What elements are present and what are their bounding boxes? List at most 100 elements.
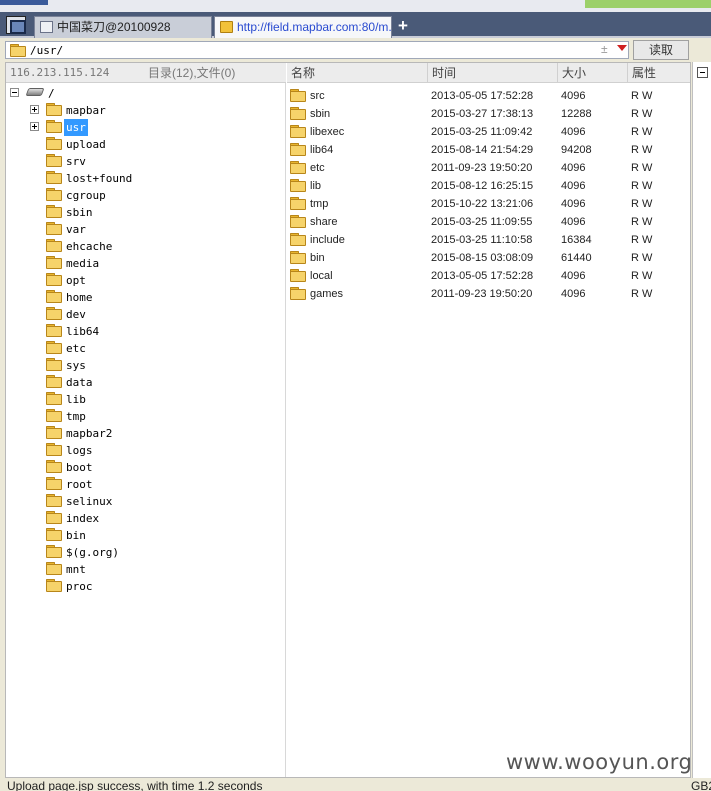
tree-item[interactable]: lost+found — [6, 170, 285, 187]
file-attr: R W — [631, 288, 653, 300]
path-input[interactable] — [30, 43, 590, 58]
expand-icon[interactable] — [30, 105, 39, 114]
file-list-header: 名称 时间 大小 属性 — [287, 63, 690, 83]
file-name: local — [310, 270, 333, 282]
collapse-icon[interactable] — [10, 88, 19, 97]
file-attr: R W — [631, 198, 653, 210]
tree-item[interactable]: index — [6, 510, 285, 527]
folder-icon — [290, 233, 306, 246]
file-row[interactable]: games 2011-09-23 19:50:20 4096 R W — [287, 285, 690, 303]
folder-icon — [46, 409, 62, 422]
file-row[interactable]: bin 2015-08-15 03:08:09 61440 R W — [287, 249, 690, 267]
file-name: sbin — [310, 108, 331, 120]
file-name: etc — [310, 162, 325, 174]
tree-item[interactable]: logs — [6, 442, 285, 459]
collapse-panel-icon[interactable] — [697, 67, 708, 78]
read-button[interactable]: 读取 — [633, 40, 689, 60]
tree-root[interactable]: / — [6, 85, 285, 102]
file-row[interactable]: sbin 2015-03-27 17:38:13 12288 R W — [287, 105, 690, 123]
tree-item-label: usr — [64, 119, 88, 136]
file-row[interactable]: lib64 2015-08-14 21:54:29 94208 R W — [287, 141, 690, 159]
column-attr[interactable]: 属性 — [627, 63, 690, 83]
file-row[interactable]: local 2013-05-05 17:52:28 4096 R W — [287, 267, 690, 285]
file-row[interactable]: libexec 2015-03-25 11:09:42 4096 R W — [287, 123, 690, 141]
tree-item-label: dev — [66, 308, 86, 321]
folder-icon — [46, 460, 62, 473]
tree-item[interactable]: bin — [6, 527, 285, 544]
tree-item[interactable]: opt — [6, 272, 285, 289]
chevron-down-icon[interactable] — [617, 45, 627, 51]
folder-icon — [46, 154, 62, 167]
tree-item[interactable]: srv — [6, 153, 285, 170]
folder-icon — [290, 89, 306, 102]
folder-icon — [46, 426, 62, 439]
encoding-indicator[interactable]: GB2312 — [691, 778, 711, 791]
tree-item-label: upload — [66, 138, 106, 151]
tree-item[interactable]: dev — [6, 306, 285, 323]
file-size: 4096 — [561, 162, 586, 174]
file-row[interactable]: tmp 2015-10-22 13:21:06 4096 R W — [287, 195, 690, 213]
tree-item[interactable]: var — [6, 221, 285, 238]
tree-item[interactable]: boot — [6, 459, 285, 476]
tree-item[interactable]: upload — [6, 136, 285, 153]
tree-item-label: var — [66, 223, 86, 236]
folder-icon — [46, 205, 62, 218]
tree-item[interactable]: lib — [6, 391, 285, 408]
file-time: 2011-09-23 19:50:20 — [431, 288, 533, 300]
folder-tab-icon — [220, 21, 233, 33]
panel-toggle-icon[interactable] — [6, 16, 26, 34]
file-attr: R W — [631, 108, 653, 120]
tree-item[interactable]: usr — [6, 119, 285, 136]
file-name: bin — [310, 252, 325, 264]
file-time: 2015-03-25 11:10:58 — [431, 234, 533, 246]
path-field[interactable]: ± — [5, 41, 629, 59]
tree-item[interactable]: proc — [6, 578, 285, 595]
column-name[interactable]: 名称 — [287, 63, 427, 83]
tab-main[interactable]: 中国菜刀@20100928 — [34, 16, 212, 38]
tree-item[interactable]: etc — [6, 340, 285, 357]
file-size: 94208 — [561, 144, 592, 156]
tree-item[interactable]: root — [6, 476, 285, 493]
folder-icon — [46, 188, 62, 201]
file-row[interactable]: include 2015-03-25 11:10:58 16384 R W — [287, 231, 690, 249]
plus-minus-icon[interactable]: ± — [601, 42, 608, 56]
folder-icon — [46, 307, 62, 320]
folder-icon — [46, 103, 62, 116]
file-name: tmp — [310, 198, 329, 210]
file-time: 2015-10-22 13:21:06 — [431, 198, 534, 210]
watermark: www.wooyun.org — [506, 750, 693, 774]
file-row[interactable]: etc 2011-09-23 19:50:20 4096 R W — [287, 159, 690, 177]
folder-icon — [46, 324, 62, 337]
side-panel — [692, 62, 711, 778]
tree-item-label: tmp — [66, 410, 86, 423]
file-row[interactable]: share 2015-03-25 11:09:55 4096 R W — [287, 213, 690, 231]
folder-icon — [46, 477, 62, 490]
tree-item[interactable]: tmp — [6, 408, 285, 425]
tree-item[interactable]: selinux — [6, 493, 285, 510]
tree-item[interactable]: sys — [6, 357, 285, 374]
tab-file-manager[interactable]: http://field.mapbar.com:80/m... — [214, 16, 392, 38]
tree-item[interactable]: media — [6, 255, 285, 272]
folder-icon — [290, 161, 306, 174]
file-row[interactable]: src 2013-05-05 17:52:28 4096 R W — [287, 87, 690, 105]
tree-item[interactable]: ehcache — [6, 238, 285, 255]
column-time[interactable]: 时间 — [427, 63, 557, 83]
tree-item[interactable]: sbin — [6, 204, 285, 221]
expand-icon[interactable] — [30, 122, 39, 131]
tree-item[interactable]: home — [6, 289, 285, 306]
folder-icon — [46, 375, 62, 388]
file-name: include — [310, 234, 345, 246]
file-time: 2013-05-05 17:52:28 — [431, 270, 534, 282]
tree-item[interactable]: lib64 — [6, 323, 285, 340]
file-row[interactable]: lib 2015-08-12 16:25:15 4096 R W — [287, 177, 690, 195]
file-attr: R W — [631, 180, 653, 192]
column-size[interactable]: 大小 — [557, 63, 627, 83]
tree-item[interactable]: cgroup — [6, 187, 285, 204]
tree-item[interactable]: mapbar2 — [6, 425, 285, 442]
tree-item[interactable]: $(g.org) — [6, 544, 285, 561]
tree-item[interactable]: mapbar — [6, 102, 285, 119]
tree-item[interactable]: mnt — [6, 561, 285, 578]
tree-item[interactable]: data — [6, 374, 285, 391]
add-tab-button[interactable]: + — [396, 16, 410, 36]
tree-item-label: data — [66, 376, 93, 389]
